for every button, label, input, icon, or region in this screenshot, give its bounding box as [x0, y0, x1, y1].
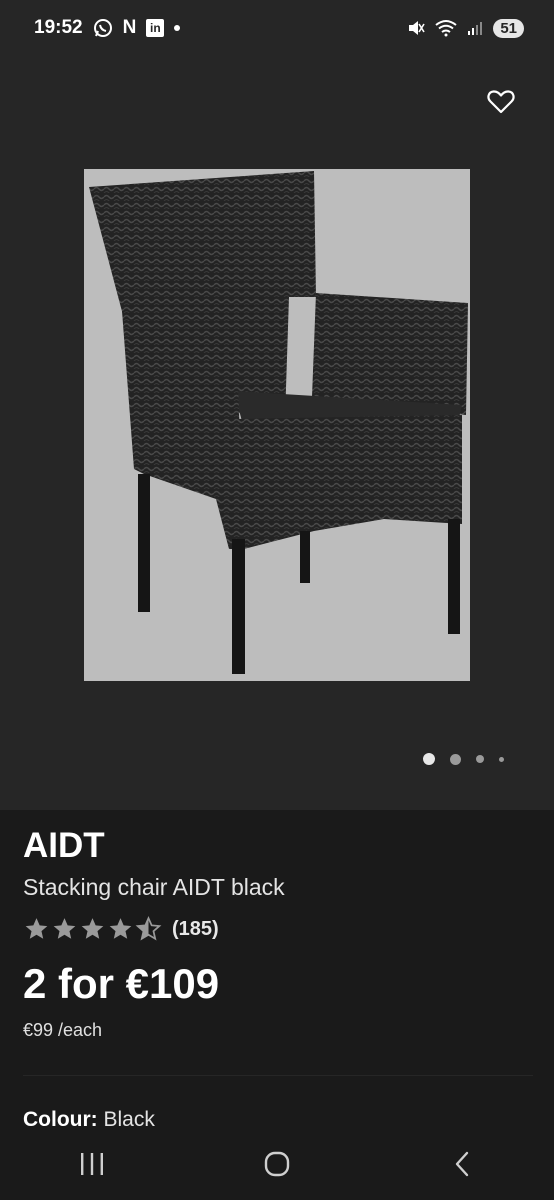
favourite-button[interactable] — [486, 86, 516, 116]
home-button[interactable] — [247, 1139, 307, 1189]
whatsapp-icon — [93, 18, 113, 38]
signal-icon — [467, 20, 483, 36]
star-full-icon — [53, 918, 76, 939]
gallery-pagination — [423, 753, 504, 765]
status-time: 19:52 — [34, 17, 83, 38]
product-name: Stacking chair AIDT black — [23, 874, 285, 900]
back-icon — [455, 1151, 468, 1177]
more-notifications-dot-icon — [174, 25, 181, 31]
home-icon — [264, 1151, 290, 1177]
star-half-icon — [135, 916, 162, 941]
pagination-dot[interactable] — [499, 756, 504, 762]
colour-value: Black — [103, 1108, 155, 1130]
mute-icon — [407, 19, 425, 37]
price-offer: 2 for €109 — [23, 960, 220, 1007]
battery-indicator: 51 — [493, 18, 524, 38]
star-full-icon — [81, 918, 104, 939]
product-info: AIDT Stacking chair AIDT black (185) 2 f… — [0, 810, 554, 1130]
linkedin-icon: in — [146, 19, 165, 37]
system-nav-bar — [0, 1128, 554, 1200]
wifi-icon — [435, 19, 457, 37]
unit-price: €99 /each — [23, 1020, 103, 1040]
product-image[interactable] — [84, 169, 470, 681]
pagination-dot[interactable] — [450, 753, 461, 765]
status-right: 51 — [407, 18, 524, 38]
rating-stars — [23, 916, 162, 942]
rating-count: (185) — [172, 917, 219, 940]
product-rating[interactable]: (185) — [23, 916, 219, 942]
pagination-dot[interactable] — [476, 755, 484, 763]
divider — [23, 1075, 533, 1076]
colour-selector[interactable]: Colour: Black — [23, 1108, 155, 1130]
star-full-icon — [25, 918, 48, 939]
status-left: 19:52 N in — [34, 17, 181, 39]
product-brand: AIDT — [23, 826, 105, 865]
back-button[interactable] — [432, 1139, 492, 1189]
heart-outline-icon — [487, 90, 515, 114]
star-full-icon — [109, 918, 132, 939]
chair-illustration — [89, 171, 468, 674]
pagination-dot-active[interactable] — [423, 753, 435, 765]
product-gallery[interactable] — [0, 56, 554, 810]
colour-label: Colour: — [23, 1108, 98, 1130]
status-bar: 19:52 N in 51 — [0, 0, 554, 56]
recents-button[interactable] — [62, 1139, 122, 1189]
recents-icon — [81, 1153, 104, 1175]
netflix-icon: N — [122, 17, 137, 38]
